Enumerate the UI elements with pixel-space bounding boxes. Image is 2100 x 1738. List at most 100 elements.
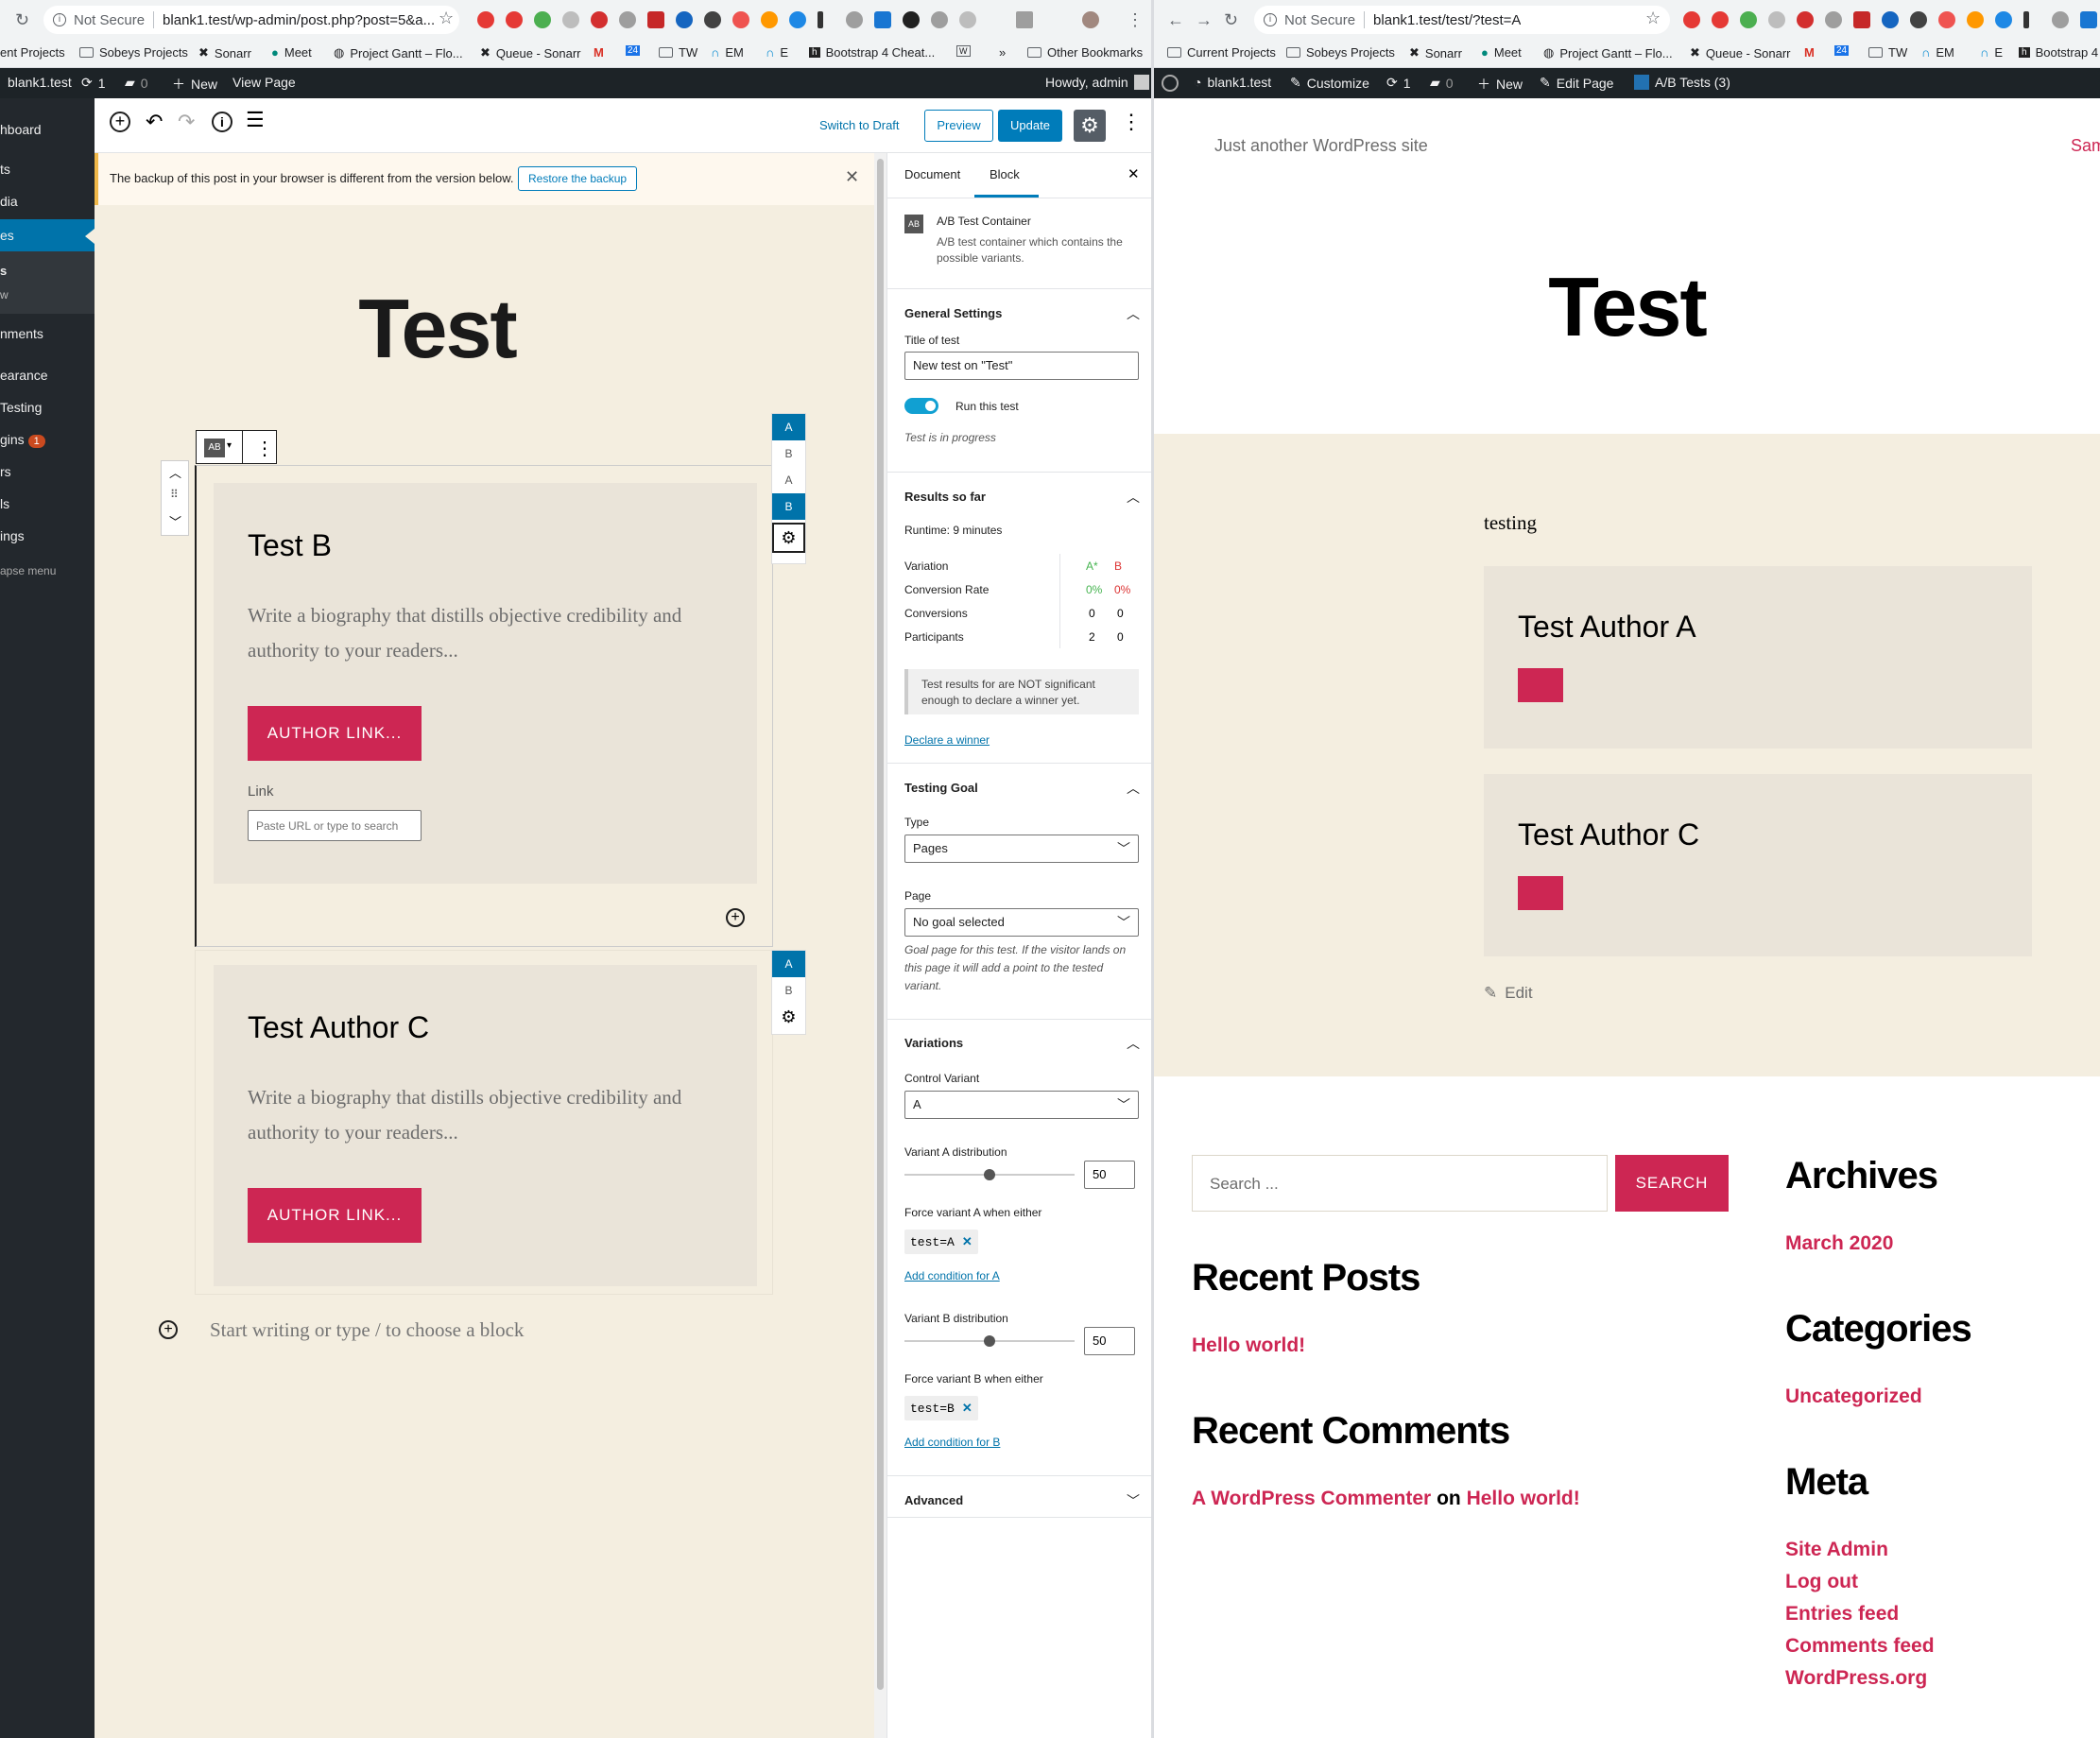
meta-link-site-admin[interactable]: Site Admin: [1785, 1539, 1888, 1561]
chevron-up-icon[interactable]: ︿: [1127, 779, 1140, 798]
admin-bar-ab-tests[interactable]: A/B Tests (3): [1634, 75, 1730, 90]
card-heading[interactable]: Test Author C: [248, 1010, 429, 1045]
info-icon[interactable]: i: [212, 112, 232, 132]
card-bio[interactable]: Write a biography that distills objectiv…: [248, 1080, 720, 1150]
chevron-up-icon[interactable]: ︿: [1127, 304, 1140, 323]
sidebar-subitem-add-new[interactable]: w: [0, 284, 95, 308]
bookmark[interactable]: W: [956, 45, 971, 57]
sidebar-item-pages[interactable]: es: [0, 219, 95, 251]
opera-icon[interactable]: [1712, 11, 1729, 28]
condition-tag-a[interactable]: test=A ✕: [904, 1230, 978, 1254]
variant-b-slider[interactable]: [904, 1335, 1075, 1347]
admin-bar-comments[interactable]: ▰ 0: [1430, 75, 1454, 91]
meta-link-entries-feed[interactable]: Entries feed: [1785, 1603, 1899, 1626]
admin-bar-edit-page[interactable]: ✎ Edit Page: [1540, 75, 1613, 91]
block-icon[interactable]: [591, 11, 608, 28]
sidebar-item-appearance[interactable]: earance: [0, 363, 95, 387]
redo-icon[interactable]: ↷: [178, 110, 195, 134]
bookmark[interactable]: 24: [1834, 45, 1850, 56]
goal-type-select[interactable]: Pages ﹀: [904, 835, 1139, 863]
sidebar-collapse-menu[interactable]: apse menu: [0, 559, 95, 584]
post-title[interactable]: Test: [95, 281, 780, 377]
sidebar-item-comments[interactable]: nments: [0, 321, 95, 346]
scrollbar-thumb[interactable]: [877, 159, 884, 1690]
extension-icon[interactable]: [2023, 11, 2029, 28]
extension-icon[interactable]: [1825, 11, 1842, 28]
extension-icon[interactable]: [959, 11, 976, 28]
close-icon[interactable]: ✕: [1127, 165, 1140, 182]
extension-icon[interactable]: [619, 11, 636, 28]
bookmark[interactable]: ✖ Queue - Sonarr: [1690, 45, 1791, 60]
ab-block-icon[interactable]: AB: [204, 439, 225, 457]
extension-icon[interactable]: [1967, 11, 1984, 28]
admin-bar-customize[interactable]: ✎ Customize: [1290, 75, 1369, 91]
goal-page-select[interactable]: No goal selected ﹀: [904, 908, 1139, 937]
admin-bar-view-page[interactable]: View Page: [232, 75, 296, 90]
profile-avatar-icon[interactable]: [1082, 11, 1099, 28]
bookmark[interactable]: ✖ Queue - Sonarr: [480, 45, 581, 60]
extension-icon[interactable]: [931, 11, 948, 28]
chevron-up-icon[interactable]: ︿: [1127, 488, 1140, 507]
extension-icon[interactable]: [2052, 11, 2069, 28]
add-block-icon[interactable]: +: [110, 112, 130, 132]
bookmark[interactable]: ● Meet: [271, 45, 312, 60]
back-icon[interactable]: ←: [1167, 10, 1184, 30]
undo-icon[interactable]: ↶: [146, 110, 163, 134]
remove-icon[interactable]: ✕: [962, 1402, 973, 1416]
bookmark[interactable]: ✖ Sonarr: [1409, 45, 1462, 60]
bookmark[interactable]: ◍ Project Gantt – Flo...: [334, 45, 463, 60]
variations-heading[interactable]: Variations: [904, 1036, 963, 1050]
extension-icon[interactable]: [562, 11, 579, 28]
extension-icon[interactable]: [761, 11, 778, 28]
category-link[interactable]: Uncategorized: [1785, 1385, 1922, 1408]
run-test-toggle[interactable]: [904, 398, 938, 414]
restore-backup-button[interactable]: Restore the backup: [518, 166, 638, 191]
bookmark[interactable]: ∩ E: [766, 45, 788, 60]
extension-icon[interactable]: [1882, 11, 1899, 28]
general-settings-heading[interactable]: General Settings: [904, 306, 1002, 320]
extension-icon[interactable]: [846, 11, 863, 28]
test-title-input[interactable]: New test on "Test": [904, 352, 1139, 380]
admin-bar-howdy[interactable]: Howdy, admin: [1045, 75, 1149, 90]
variant-tab-a[interactable]: A: [772, 414, 805, 440]
results-heading[interactable]: Results so far: [904, 490, 986, 504]
chevron-down-icon[interactable]: ﹀: [1127, 1491, 1140, 1510]
author-link-button[interactable]: AUTHOR LINK...: [248, 1188, 422, 1243]
extension-icon[interactable]: [789, 11, 806, 28]
advanced-heading[interactable]: Advanced: [904, 1493, 963, 1507]
inserter-plus-icon[interactable]: +: [159, 1320, 178, 1339]
chevron-up-icon[interactable]: ︿: [1127, 1034, 1140, 1053]
sidebar-subitem-all-pages[interactable]: s: [0, 259, 95, 284]
adblock-icon[interactable]: [1683, 11, 1700, 28]
more-options-icon[interactable]: ⋮: [255, 437, 274, 460]
commenter-link[interactable]: A WordPress Commenter: [1192, 1488, 1431, 1509]
variant-settings-gear-icon[interactable]: ⚙: [772, 1004, 805, 1030]
bookmark[interactable]: ◍ Project Gantt – Flo...: [1543, 45, 1673, 60]
admin-bar-site[interactable]: blank1.test: [8, 75, 72, 90]
meta-link-wordpress-org[interactable]: WordPress.org: [1785, 1667, 1927, 1690]
admin-bar-comments[interactable]: ▰ 0: [125, 75, 148, 91]
adblock-icon[interactable]: [477, 11, 494, 28]
more-options-icon[interactable]: ⋮: [1121, 110, 1142, 134]
bookmark[interactable]: h Bootstrap 4 Cheat...: [809, 45, 935, 60]
opera-icon[interactable]: [506, 11, 523, 28]
sidebar-item-ab-testing[interactable]: Testing: [0, 395, 95, 420]
bookmark[interactable]: Sobeys Projects: [79, 45, 188, 60]
add-condition-b-link[interactable]: Add condition for B: [904, 1436, 1000, 1449]
switch-to-draft-button[interactable]: Switch to Draft: [819, 118, 900, 132]
admin-bar-updates[interactable]: ⟳ 1: [1386, 75, 1411, 91]
move-up-icon[interactable]: ︿: [169, 463, 181, 481]
extension-icon[interactable]: [534, 11, 551, 28]
move-down-icon[interactable]: ﹀: [169, 512, 181, 530]
other-bookmarks[interactable]: Other Bookmarks: [1027, 45, 1143, 60]
slider-handle[interactable]: [984, 1335, 995, 1347]
archive-link[interactable]: March 2020: [1785, 1232, 1893, 1255]
meta-link-log-out[interactable]: Log out: [1785, 1571, 1858, 1593]
extension-icon[interactable]: [1995, 11, 2012, 28]
variant-tab-a[interactable]: A: [772, 951, 805, 977]
extension-icon[interactable]: [818, 11, 823, 28]
search-button[interactable]: SEARCH: [1615, 1155, 1729, 1212]
variant-tab-b[interactable]: B: [772, 977, 805, 1004]
bookmark[interactable]: ∩ E: [1980, 45, 2003, 60]
reload-icon[interactable]: ↻: [1224, 10, 1238, 30]
